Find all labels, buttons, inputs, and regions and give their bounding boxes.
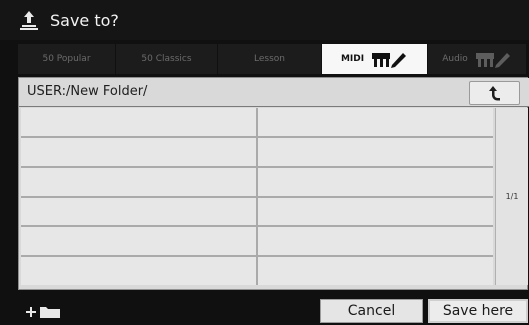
file-slot[interactable] bbox=[258, 137, 493, 166]
new-folder-icon bbox=[26, 307, 60, 318]
current-path: USER:/New Folder/ bbox=[27, 84, 148, 99]
path-row: USER:/New Folder/ bbox=[19, 78, 529, 107]
page-scroller[interactable]: 1/1 bbox=[495, 108, 528, 285]
tab-label: Audio bbox=[442, 54, 468, 64]
page-indicator: 1/1 bbox=[505, 192, 519, 201]
file-slot[interactable] bbox=[21, 137, 256, 166]
file-slot[interactable] bbox=[21, 197, 256, 226]
file-grid bbox=[21, 108, 493, 285]
title-bar: Save to? bbox=[0, 0, 529, 40]
tab-label: 50 Popular bbox=[42, 54, 91, 64]
file-browser-panel: USER:/New Folder/ 1/1 bbox=[18, 77, 529, 290]
keyboard-pencil-icon bbox=[372, 53, 407, 68]
tab-midi[interactable]: MIDI bbox=[322, 44, 427, 74]
file-slot[interactable] bbox=[21, 167, 256, 196]
save-dialog: Save to? 50 Popular 50 Classics Lesson M… bbox=[0, 0, 529, 325]
save-to-icon bbox=[18, 9, 40, 31]
folder-up-icon bbox=[488, 86, 500, 101]
folder-up-button[interactable] bbox=[469, 81, 520, 105]
tab-50-classics[interactable]: 50 Classics bbox=[116, 44, 217, 74]
tab-lesson[interactable]: Lesson bbox=[218, 44, 321, 74]
category-tabs: 50 Popular 50 Classics Lesson MIDI Audio bbox=[18, 44, 528, 74]
dialog-title: Save to? bbox=[50, 10, 119, 30]
tab-label: Lesson bbox=[254, 54, 285, 64]
tab-audio[interactable]: Audio bbox=[428, 44, 526, 74]
file-slot[interactable] bbox=[21, 257, 256, 285]
cancel-button[interactable]: Cancel bbox=[320, 299, 423, 323]
file-slot[interactable] bbox=[258, 108, 493, 136]
file-slot[interactable] bbox=[258, 167, 493, 196]
file-slot[interactable] bbox=[258, 257, 493, 285]
tab-label: MIDI bbox=[340, 54, 365, 64]
file-slot[interactable] bbox=[21, 108, 256, 136]
save-here-button[interactable]: Save here bbox=[428, 299, 528, 323]
file-slot[interactable] bbox=[258, 197, 493, 226]
file-slot[interactable] bbox=[21, 227, 256, 256]
tab-50-popular[interactable]: 50 Popular bbox=[18, 44, 115, 74]
new-folder-button[interactable] bbox=[26, 303, 62, 319]
tab-label: 50 Classics bbox=[141, 54, 192, 64]
file-slot[interactable] bbox=[258, 227, 493, 256]
bottom-bar: Cancel Save here bbox=[0, 293, 529, 325]
keyboard-pencil-icon bbox=[475, 53, 510, 68]
